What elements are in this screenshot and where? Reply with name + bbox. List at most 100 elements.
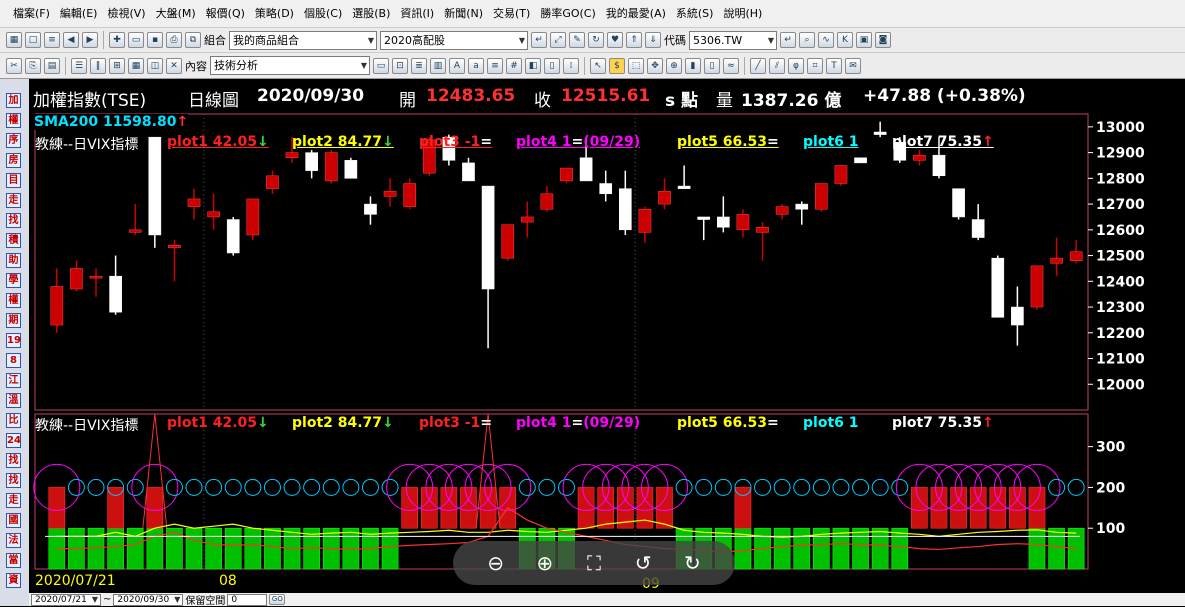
- volume-icon[interactable]: ▯: [704, 57, 720, 74]
- sidebar-item[interactable]: 溫: [6, 393, 21, 408]
- edit-icon[interactable]: ✎: [569, 32, 585, 48]
- forward-icon[interactable]: ▶: [82, 32, 98, 48]
- sidebar-item[interactable]: 期: [6, 313, 21, 328]
- sidebar-item[interactable]: 找: [6, 453, 21, 468]
- new-icon[interactable]: ✚: [109, 32, 125, 48]
- window-split-icon[interactable]: ◧: [525, 57, 541, 74]
- wave-icon[interactable]: ≈: [723, 57, 739, 74]
- menu-item[interactable]: 勝率GO(C): [535, 0, 600, 28]
- lock-icon[interactable]: ⊡: [392, 57, 408, 74]
- sidebar-item[interactable]: 8: [6, 353, 21, 368]
- parallel-line-icon[interactable]: ⫽: [769, 57, 785, 74]
- layout-icon[interactable]: ▦: [6, 32, 22, 48]
- sidebar-item[interactable]: 江: [6, 373, 21, 388]
- copy-icon[interactable]: ⧉: [185, 32, 201, 48]
- sidebar-item[interactable]: 走: [6, 193, 21, 208]
- sidebar-item[interactable]: 找: [6, 473, 21, 488]
- sidebar-item[interactable]: 比: [6, 413, 21, 428]
- refresh-icon[interactable]: ↻: [588, 32, 604, 48]
- rotate-left-icon[interactable]: ↺: [629, 549, 657, 577]
- frame-icon[interactable]: ▭: [373, 57, 389, 74]
- resize-icon[interactable]: ⤢: [550, 32, 566, 48]
- date-to-select[interactable]: 2020/09/30 ▼: [113, 593, 184, 606]
- sidebar-item[interactable]: 加: [6, 93, 21, 108]
- save-icon[interactable]: ▪: [147, 32, 163, 48]
- fit-screen-icon[interactable]: ⛶: [580, 549, 608, 577]
- chart-icon[interactable]: ∿: [818, 32, 834, 48]
- menu-item[interactable]: 大盤(M): [151, 0, 201, 28]
- picture-icon[interactable]: ▣: [856, 32, 872, 48]
- sidebar-item[interactable]: 24: [6, 433, 21, 448]
- menu-item[interactable]: 檔案(F): [8, 0, 55, 28]
- split-horizontal-icon[interactable]: ☰: [71, 57, 87, 74]
- zoom-icon[interactable]: ⊕: [666, 57, 682, 74]
- zoom-in-icon[interactable]: ⊕: [531, 549, 559, 577]
- clipboard-icon[interactable]: ▤: [44, 57, 60, 74]
- split-quad-icon[interactable]: ⊞: [109, 57, 125, 74]
- analysis-type-select[interactable]: 技術分析 ▼: [210, 56, 370, 75]
- sidebar-item[interactable]: 學: [6, 273, 21, 288]
- zoom-out-icon[interactable]: ⊖: [482, 549, 510, 577]
- dollar-icon[interactable]: $: [609, 57, 625, 74]
- go-button[interactable]: GO: [269, 594, 286, 605]
- open-folder-icon[interactable]: ▭: [128, 32, 144, 48]
- split-vertical-icon[interactable]: ‖: [90, 57, 106, 74]
- sidebar-item[interactable]: 目: [6, 173, 21, 188]
- sidebar-item[interactable]: 國: [6, 513, 21, 528]
- cut-icon[interactable]: ✂: [6, 57, 22, 74]
- back-icon[interactable]: ◀: [63, 32, 79, 48]
- trendline-icon[interactable]: ╱: [750, 57, 766, 74]
- menu-item[interactable]: 策略(D): [250, 0, 299, 28]
- k-line-icon[interactable]: K: [837, 32, 853, 48]
- sidebar-item[interactable]: 助: [6, 253, 21, 268]
- cascade-icon[interactable]: ◫: [147, 57, 163, 74]
- dots-icon[interactable]: ⁞: [563, 57, 579, 74]
- paste-icon[interactable]: ⎘: [25, 57, 41, 74]
- menu-item[interactable]: 資訊(I): [395, 0, 439, 28]
- tile-icon[interactable]: ▦: [128, 57, 144, 74]
- menu-item[interactable]: 說明(H): [718, 0, 767, 28]
- chart-area[interactable]: 加權指數(TSE) 日線圖 2020/09/30 開 12483.65 收 12…: [29, 79, 1185, 593]
- code-input[interactable]: 5306.TW ▼: [689, 30, 777, 50]
- menu-item[interactable]: 我的最愛(A): [601, 0, 671, 28]
- menu-item[interactable]: 個股(C): [299, 0, 347, 28]
- list-icon[interactable]: ≣: [411, 57, 427, 74]
- rotate-right-icon[interactable]: ↻: [678, 549, 706, 577]
- indicator-icon[interactable]: ≡: [487, 57, 503, 74]
- grid-icon[interactable]: #: [506, 57, 522, 74]
- reserve-space-input[interactable]: 0: [227, 593, 268, 606]
- favorite-heart-icon[interactable]: ♥: [607, 32, 623, 48]
- text-tool-icon[interactable]: T: [826, 57, 842, 74]
- sidebar-item[interactable]: 權: [6, 293, 21, 308]
- scroll-down-icon[interactable]: ⇓: [645, 32, 661, 48]
- menu-item[interactable]: 新聞(N): [439, 0, 488, 28]
- sidebar-item[interactable]: 積: [6, 233, 21, 248]
- portfolio-select[interactable]: 我的商品組合 ▼: [229, 30, 377, 50]
- window-icon[interactable]: □: [25, 32, 41, 48]
- fibonacci-icon[interactable]: φ: [788, 57, 804, 74]
- stock-list-select[interactable]: 2020高配股 ▼: [380, 30, 528, 50]
- bar-chart-icon[interactable]: ▥: [430, 57, 446, 74]
- camera-icon[interactable]: ◙: [875, 32, 891, 48]
- search-icon[interactable]: ⌕: [799, 32, 815, 48]
- gann-icon[interactable]: ⌗: [807, 57, 823, 74]
- panel-icon[interactable]: ▯: [544, 57, 560, 74]
- close-window-icon[interactable]: ✕: [166, 57, 182, 74]
- font-large-icon[interactable]: A: [449, 57, 465, 74]
- menu-item[interactable]: 選股(B): [347, 0, 395, 28]
- sidebar-item[interactable]: 找: [6, 213, 21, 228]
- date-from-select[interactable]: 2020/07/21 ▼: [31, 593, 101, 606]
- sidebar-item[interactable]: 19: [6, 333, 21, 348]
- enter-icon[interactable]: ↵: [780, 32, 796, 48]
- candle-icon[interactable]: ▮: [685, 57, 701, 74]
- sidebar-item[interactable]: 房: [6, 153, 21, 168]
- sidebar-item[interactable]: 走: [6, 493, 21, 508]
- print-icon[interactable]: ⎙: [166, 32, 182, 48]
- menu-item[interactable]: 編輯(E): [55, 0, 103, 28]
- sidebar-item[interactable]: 序: [6, 133, 21, 148]
- sidebar-item[interactable]: 當: [6, 553, 21, 568]
- sidebar-item[interactable]: 資: [6, 573, 21, 588]
- select-box-icon[interactable]: ⬚: [628, 57, 644, 74]
- sidebar-item[interactable]: 權: [6, 113, 21, 128]
- menu-item[interactable]: 系統(S): [671, 0, 719, 28]
